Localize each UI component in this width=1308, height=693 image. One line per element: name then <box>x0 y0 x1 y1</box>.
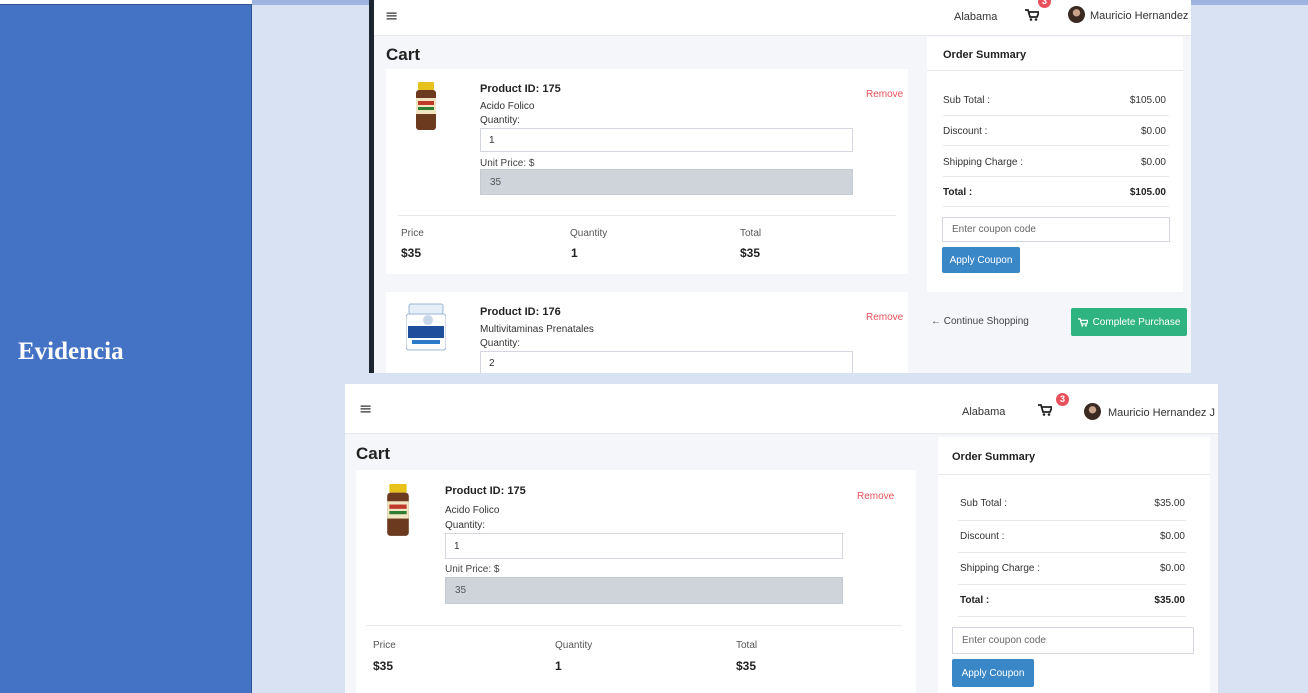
discount-value: $0.00 <box>1159 531 1185 542</box>
total-value: $105.00 <box>1129 187 1166 198</box>
total-label: Total : <box>960 595 990 606</box>
price-value: $35 <box>373 659 394 673</box>
price-label: Price <box>373 640 396 651</box>
product-name: Acido Folico <box>445 505 500 516</box>
cart-icon[interactable] <box>1025 9 1039 21</box>
apply-coupon-button[interactable]: Apply Coupon <box>952 659 1034 687</box>
total-value: $35.00 <box>1154 595 1185 606</box>
total-label: Total <box>736 640 758 651</box>
coupon-input[interactable]: Enter coupon code <box>942 217 1170 242</box>
quantity-label: Quantity: <box>445 520 486 531</box>
subtotal-label: Sub Total : <box>960 498 1008 509</box>
total-label: Total <box>740 228 762 239</box>
product-name: Multivitaminas Prenatales <box>480 324 594 335</box>
cart-icon[interactable] <box>1038 404 1052 416</box>
cart-item-card: Product ID: 176 Multivitaminas Prenatale… <box>386 292 908 373</box>
summary-header-divider <box>927 70 1183 71</box>
discount-label: Discount : <box>943 126 988 137</box>
top-navbar: ≡ Alabama 3 Mauricio Hernandez J <box>374 0 1191 36</box>
product-image-multivitaminas <box>406 303 446 351</box>
hamburger-menu-icon[interactable]: ≡ <box>385 6 398 25</box>
discount-value: $0.00 <box>1140 126 1166 137</box>
top-navbar: ≡ Alabama 3 Mauricio Hernandez J <box>345 384 1218 434</box>
cart-count-badge: 3 <box>1056 393 1069 406</box>
summary-header-divider <box>938 474 1210 475</box>
shipping-value: $0.00 <box>1140 157 1166 168</box>
cart-screenshot-1: ≡ Alabama 3 Mauricio Hernandez J Cart Pr… <box>369 0 1191 373</box>
order-summary-panel: Order Summary Sub Total : $35.00 Discoun… <box>938 437 1210 693</box>
cart-count-badge: 3 <box>1038 0 1051 8</box>
quantity-input[interactable]: 1 <box>445 533 843 559</box>
unit-price-label: Unit Price: $ <box>480 158 535 169</box>
quantity-column-value: 1 <box>555 659 562 673</box>
coupon-input[interactable]: Enter coupon code <box>952 627 1194 654</box>
price-value: $35 <box>401 246 422 260</box>
summary-row-divider <box>943 115 1169 116</box>
summary-row-divider <box>958 520 1186 521</box>
product-image-acido-folico <box>387 484 409 536</box>
summary-row-divider <box>958 616 1186 617</box>
product-image-acido-folico <box>416 82 436 130</box>
user-avatar[interactable] <box>1068 6 1085 23</box>
remove-link[interactable]: Remove <box>866 312 903 323</box>
quantity-input[interactable]: 2 <box>480 351 853 373</box>
product-id: Product ID: 176 <box>480 306 561 318</box>
user-name[interactable]: Mauricio Hernandez J <box>1090 10 1191 22</box>
total-label: Total : <box>943 187 973 198</box>
total-value: $35 <box>740 246 761 260</box>
hamburger-menu-icon[interactable]: ≡ <box>359 399 372 418</box>
order-summary-title: Order Summary <box>952 451 1036 463</box>
subtotal-value: $105.00 <box>1129 95 1166 106</box>
item-divider <box>366 625 902 626</box>
item-divider <box>398 215 896 216</box>
apply-coupon-button[interactable]: Apply Coupon <box>942 247 1020 273</box>
quantity-column-value: 1 <box>571 246 578 260</box>
product-name: Acido Folico <box>480 101 535 112</box>
shipping-label: Shipping Charge : <box>943 157 1024 168</box>
unit-price-field: 35 <box>445 577 843 604</box>
unit-price-label: Unit Price: $ <box>445 564 500 575</box>
order-summary-title: Order Summary <box>943 49 1027 61</box>
table-top-border <box>0 0 252 5</box>
user-name[interactable]: Mauricio Hernandez J <box>1108 407 1215 419</box>
evidence-label-cell: Evidencia <box>0 0 252 693</box>
quantity-label: Quantity: <box>480 115 521 126</box>
cart-title: Cart <box>356 444 391 463</box>
remove-link[interactable]: Remove <box>857 491 894 502</box>
cart-icon <box>1077 317 1088 327</box>
complete-purchase-label: Complete Purchase <box>1092 316 1181 328</box>
evidence-label: Evidencia <box>18 338 124 365</box>
continue-shopping-link[interactable]: ← Continue Shopping <box>931 316 1029 327</box>
cart-screenshot-2: ≡ Alabama 3 Mauricio Hernandez J Cart Pr… <box>345 384 1218 693</box>
product-id: Product ID: 175 <box>480 83 561 95</box>
quantity-label: Quantity: <box>480 338 521 349</box>
location-label[interactable]: Alabama <box>962 406 1005 418</box>
order-summary-panel: Order Summary Sub Total : $105.00 Discou… <box>927 37 1183 292</box>
remove-link[interactable]: Remove <box>866 89 903 100</box>
unit-price-field: 35 <box>480 169 853 195</box>
summary-row-divider <box>943 206 1169 207</box>
product-id: Product ID: 175 <box>445 485 526 497</box>
quantity-column-label: Quantity <box>570 228 608 239</box>
shipping-label: Shipping Charge : <box>960 563 1041 574</box>
cart-item-card: Product ID: 175 Acido Folico Quantity: 1… <box>386 69 908 274</box>
shipping-value: $0.00 <box>1159 563 1185 574</box>
cart-item-card: Product ID: 175 Acido Folico Quantity: 1… <box>356 470 916 693</box>
summary-row-divider <box>958 584 1186 585</box>
location-label[interactable]: Alabama <box>954 11 997 23</box>
user-avatar[interactable] <box>1084 403 1101 420</box>
quantity-input[interactable]: 1 <box>480 128 853 152</box>
summary-row-divider <box>943 176 1169 177</box>
summary-row-divider <box>958 552 1186 553</box>
discount-label: Discount : <box>960 531 1005 542</box>
summary-row-divider <box>943 145 1169 146</box>
cart-title: Cart <box>386 45 421 64</box>
subtotal-value: $35.00 <box>1154 498 1185 509</box>
price-label: Price <box>401 228 424 239</box>
quantity-column-label: Quantity <box>555 640 593 651</box>
subtotal-label: Sub Total : <box>943 95 991 106</box>
complete-purchase-button[interactable]: Complete Purchase <box>1071 308 1187 336</box>
total-value: $35 <box>736 659 757 673</box>
